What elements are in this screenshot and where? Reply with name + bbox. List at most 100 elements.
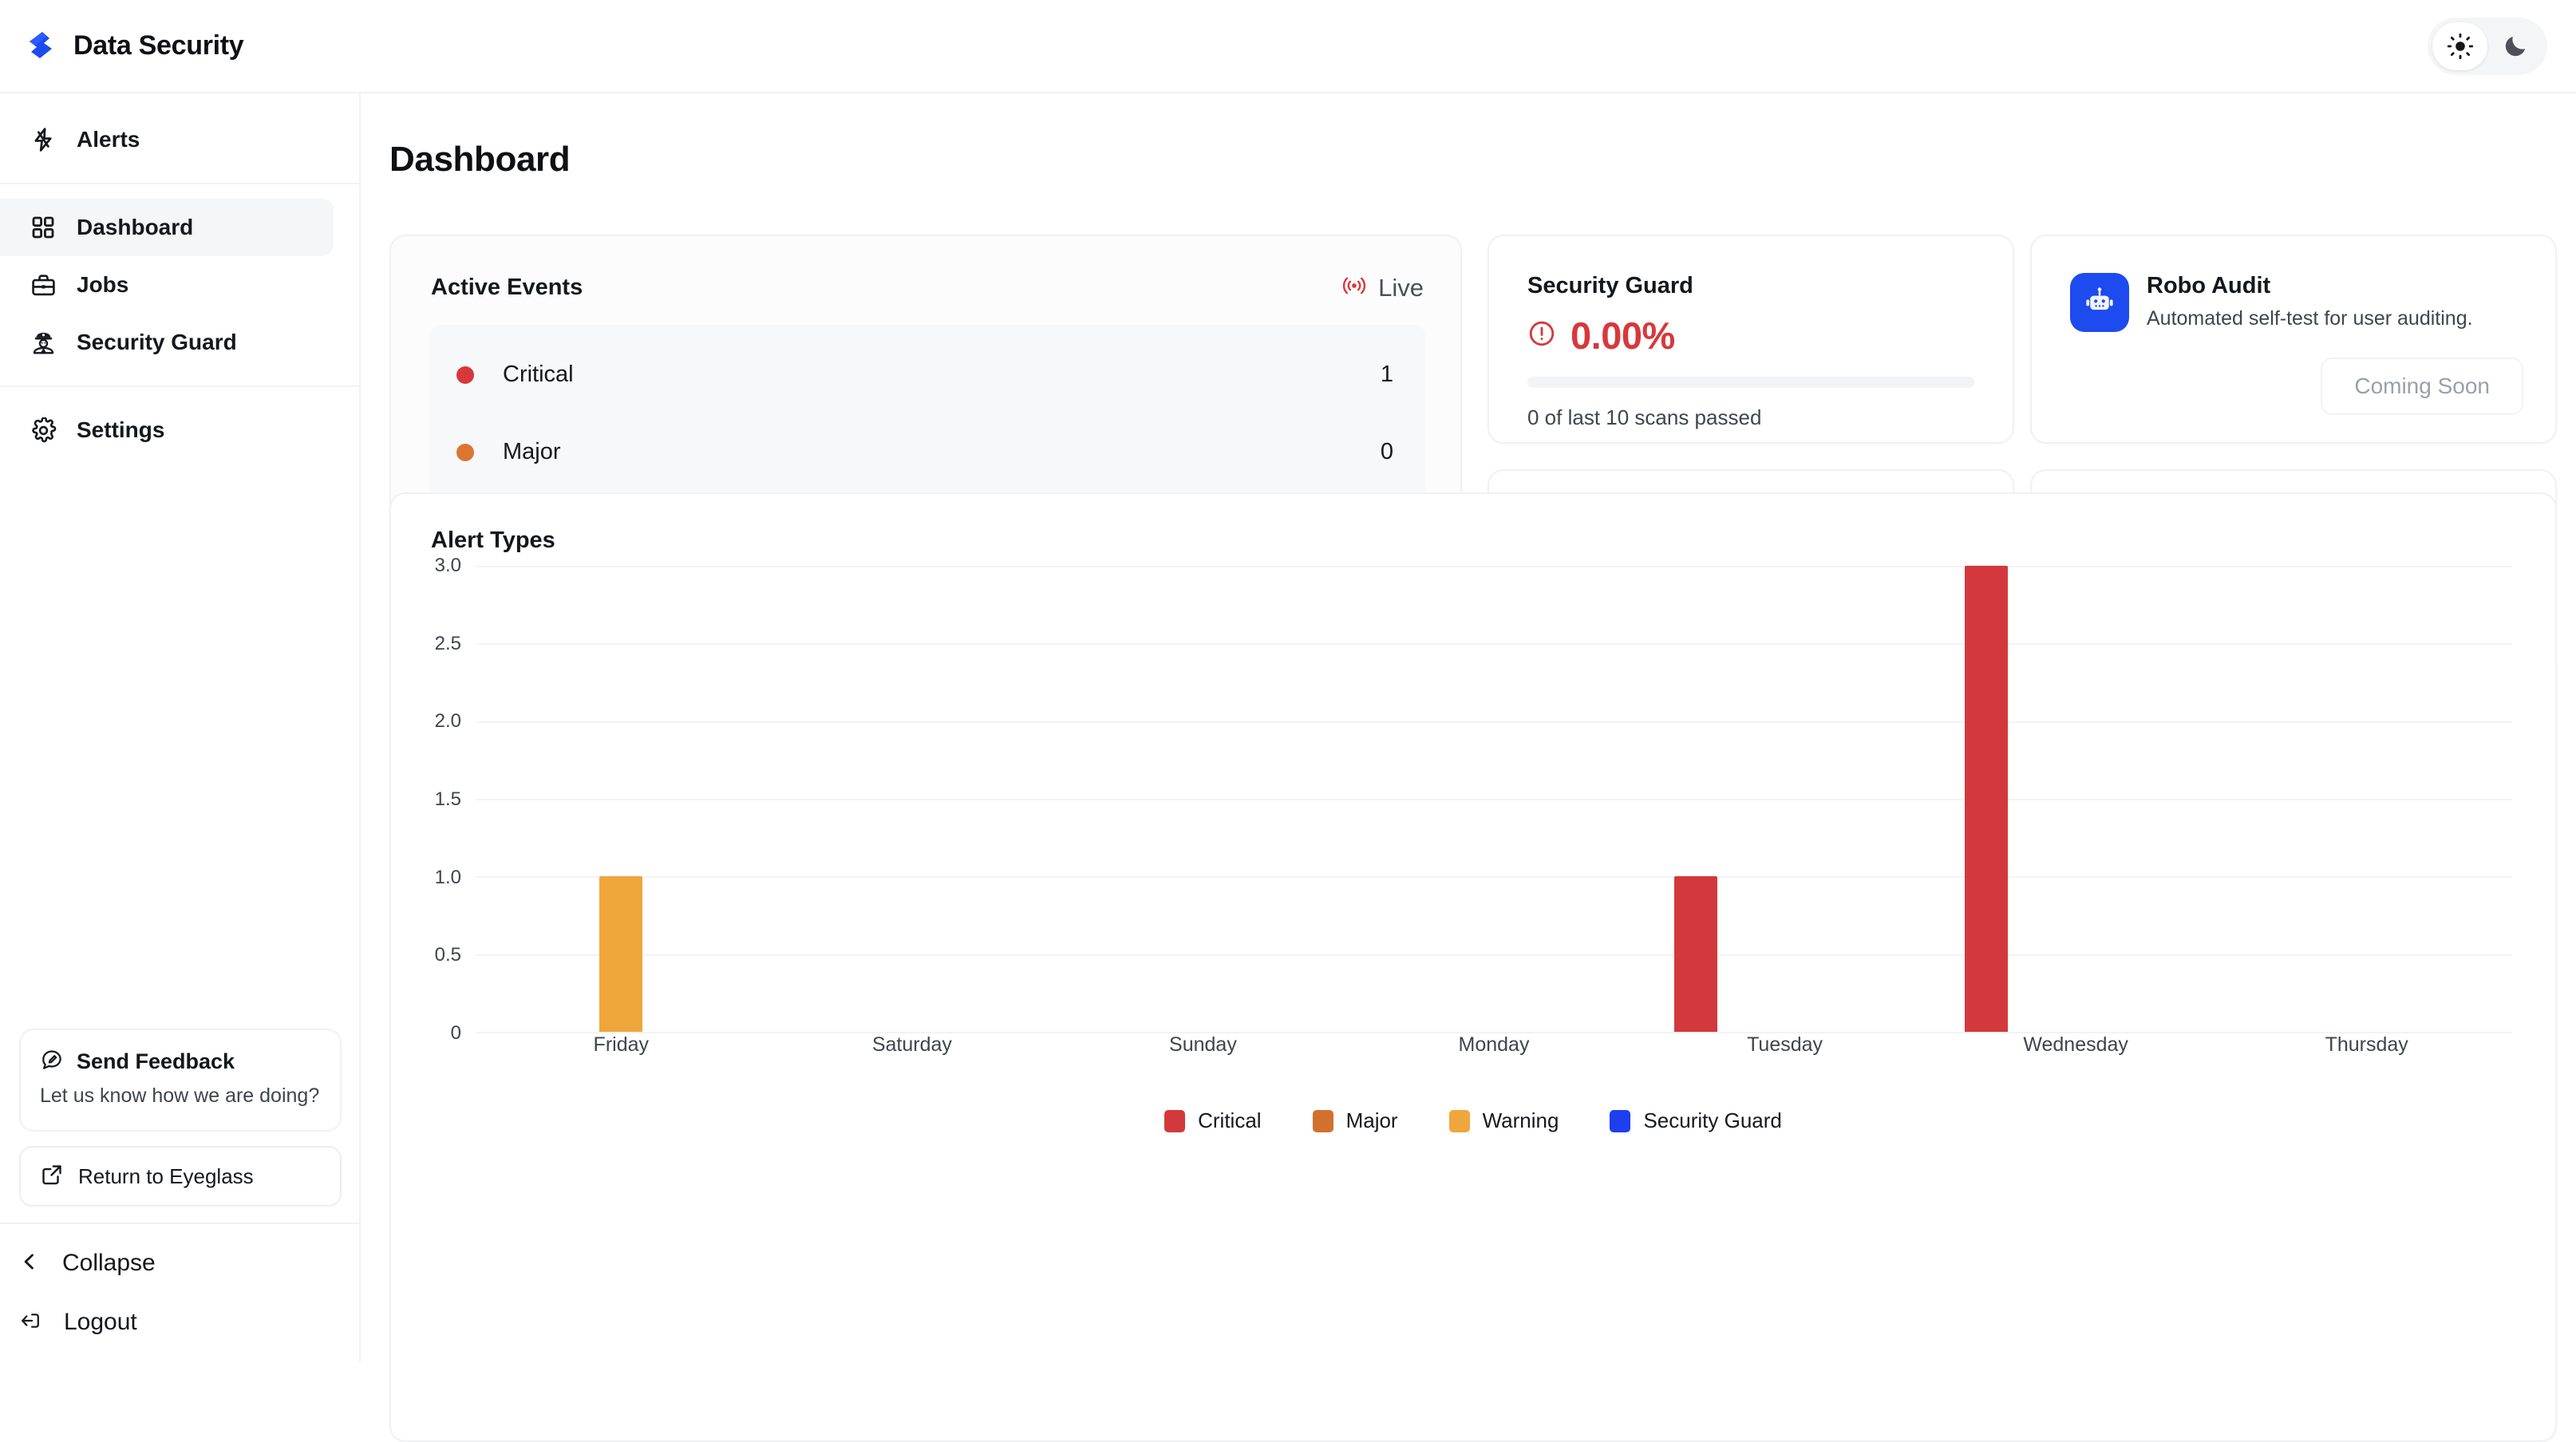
sidebar-item-label: Jobs	[77, 272, 128, 298]
security-guard-card-title: Security Guard	[1489, 236, 2013, 299]
sidebar-item-security-guard[interactable]: Security Guard	[0, 314, 334, 371]
x-axis-tick: Wednesday	[2023, 1033, 2128, 1057]
sidebar-divider-1	[0, 183, 359, 184]
top-bar: Data Security	[0, 0, 2576, 93]
list-item-count: 1	[1381, 361, 1393, 388]
return-to-eyeglass-button[interactable]: Return to Eyeglass	[19, 1146, 342, 1207]
severity-dot	[456, 366, 474, 384]
legend-item[interactable]: Major	[1313, 1108, 1398, 1133]
y-axis-tick: 1.0	[435, 867, 461, 889]
x-axis-tick: Tuesday	[1747, 1033, 1823, 1057]
collapse-button[interactable]: Collapse	[0, 1234, 361, 1293]
legend-label: Warning	[1483, 1108, 1559, 1133]
logout-label: Logout	[64, 1309, 137, 1336]
robot-icon	[2070, 273, 2129, 332]
sidebar-item-label: Security Guard	[77, 330, 237, 355]
chart-plot-area: 00.51.01.52.02.53.0	[476, 566, 2512, 1032]
list-item-label: Critical	[503, 361, 1381, 388]
y-axis-tick: 2.5	[435, 633, 461, 655]
alert-types-title: Alert Types	[391, 494, 2555, 554]
sidebar-item-dashboard[interactable]: Dashboard	[0, 199, 334, 256]
brand: Data Security	[0, 28, 243, 65]
sidebar-item-settings[interactable]: Settings	[0, 401, 334, 459]
alert-types-chart: 00.51.01.52.02.53.0 FridaySaturdaySunday…	[391, 566, 2557, 1077]
security-guard-percent: 0.00%	[1570, 314, 1675, 358]
robo-audit-subtitle: Automated self-test for user auditing.	[2147, 306, 2473, 332]
sidebar-group-settings: Settings	[0, 401, 359, 459]
page-title: Dashboard	[361, 93, 2576, 180]
theme-light-option[interactable]	[2432, 22, 2487, 70]
y-axis-tick: 3.0	[435, 555, 461, 577]
main-content: Dashboard Active Events Live	[361, 93, 2576, 1361]
chart-bar[interactable]	[1674, 876, 1717, 1032]
robo-audit-card: Robo Audit Automated self-test for user …	[2030, 235, 2557, 444]
chart-x-axis-labels: FridaySaturdaySundayMondayTuesdayWednesd…	[476, 1033, 2512, 1073]
y-axis-tick: 2.0	[435, 710, 461, 733]
chart-bar[interactable]	[1965, 566, 2008, 1032]
legend-item[interactable]: Warning	[1449, 1108, 1559, 1133]
send-feedback-subtitle: Let us know how we are doing?	[40, 1082, 321, 1109]
security-guard-note: 0 of last 10 scans passed	[1489, 388, 2013, 430]
legend-item[interactable]: Security Guard	[1610, 1108, 1781, 1133]
legend-swatch	[1449, 1110, 1470, 1132]
grid-squares-icon	[29, 213, 57, 242]
sidebar-bottom: Send Feedback Let us know how we are doi…	[0, 1029, 361, 1361]
alert-circle-icon	[1527, 319, 1556, 352]
severity-dot	[456, 444, 474, 461]
y-axis-tick: 0.5	[435, 944, 461, 966]
chart-bar[interactable]	[599, 876, 642, 1032]
x-axis-tick: Saturday	[872, 1033, 952, 1057]
active-events-title: Active Events	[431, 275, 583, 301]
lightning-bolt-icon	[29, 125, 57, 154]
return-to-eyeglass-label: Return to Eyeglass	[78, 1164, 254, 1189]
live-indicator: Live	[1340, 271, 1424, 304]
sidebar-group-primary: Alerts	[0, 93, 359, 168]
chat-pencil-icon	[40, 1048, 64, 1076]
x-axis-tick: Thursday	[2325, 1033, 2408, 1057]
robo-audit-title: Robo Audit	[2147, 273, 2473, 299]
live-label: Live	[1378, 274, 1424, 302]
sidebar-divider-3	[0, 1223, 361, 1224]
s-logo-icon	[19, 28, 56, 65]
broadcast-icon	[1340, 271, 1369, 304]
security-guard-card: Security Guard 0.00% 0 of last 10 scans …	[1488, 235, 2014, 444]
list-item-count: 0	[1381, 439, 1393, 465]
list-item-label: Major	[503, 439, 1381, 465]
send-feedback-title: Send Feedback	[77, 1049, 235, 1074]
list-item[interactable]: Critical 1	[429, 336, 1425, 413]
logout-button[interactable]: Logout	[0, 1293, 361, 1352]
legend-item[interactable]: Critical	[1164, 1108, 1261, 1133]
sun-icon	[2447, 33, 2474, 60]
chevron-left-icon	[19, 1251, 40, 1276]
sidebar-divider-2	[0, 385, 359, 387]
alert-types-chart-card: Alert Types 00.51.01.52.02.53.0 Friday Sa…	[389, 492, 2557, 1442]
collapse-label: Collapse	[62, 1250, 156, 1277]
list-item[interactable]: Major 0	[429, 413, 1425, 491]
sidebar-item-alerts[interactable]: Alerts	[0, 111, 334, 168]
legend-swatch	[1313, 1110, 1333, 1132]
x-axis-tick: Friday	[594, 1033, 649, 1057]
legend-swatch	[1610, 1110, 1630, 1132]
sidebar-item-label: Dashboard	[77, 215, 193, 240]
theme-dark-option[interactable]	[2487, 22, 2542, 70]
legend-label: Critical	[1198, 1108, 1261, 1133]
brand-title: Data Security	[73, 30, 243, 61]
sidebar-group-main: Dashboard Jobs	[0, 199, 359, 371]
send-feedback-card[interactable]: Send Feedback Let us know how we are doi…	[19, 1029, 342, 1132]
x-axis-tick: Monday	[1459, 1033, 1530, 1057]
sidebar-item-jobs[interactable]: Jobs	[0, 256, 334, 314]
legend-swatch	[1164, 1110, 1185, 1132]
moon-icon	[2502, 33, 2529, 60]
coming-soon-button: Coming Soon	[2321, 358, 2523, 415]
briefcase-icon	[29, 271, 57, 299]
external-link-icon	[40, 1163, 64, 1191]
chart-bars	[476, 566, 2512, 1032]
y-axis-tick: 1.5	[435, 788, 461, 811]
chart-legend: Critical Major Warning Security Guard	[391, 1108, 2555, 1133]
legend-label: Security Guard	[1643, 1108, 1781, 1133]
theme-toggle[interactable]	[2428, 18, 2547, 75]
logout-arrow-icon	[19, 1310, 41, 1336]
police-officer-icon	[29, 328, 57, 357]
gear-icon	[29, 416, 57, 444]
sidebar-item-label: Settings	[77, 417, 164, 443]
